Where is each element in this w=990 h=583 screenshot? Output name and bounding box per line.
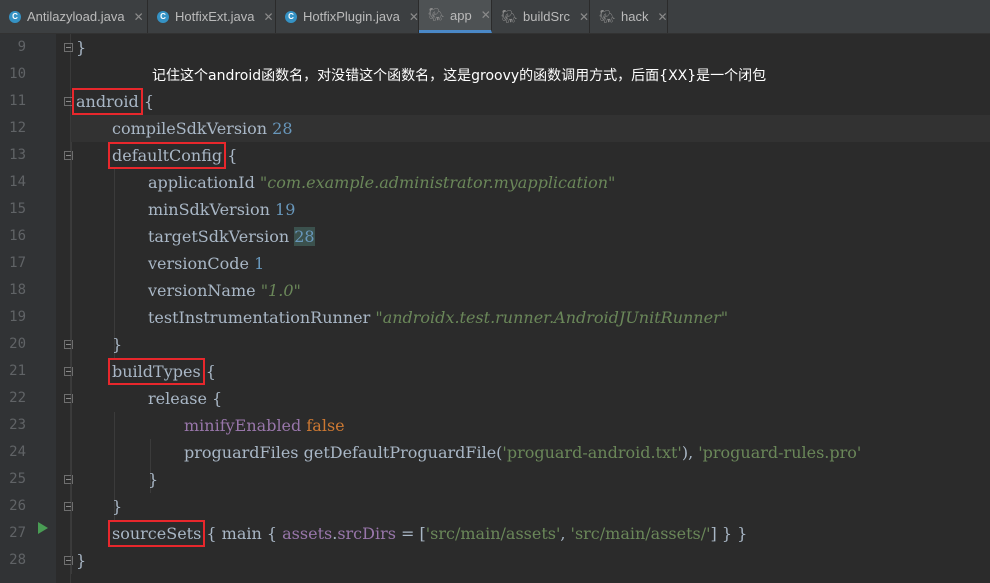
- annotation-text: 记住这个android函数名，对没错这个函数名，这是groovy的函数调用方式，…: [152, 68, 767, 84]
- editor-tab-bar: C Antilazyload.java ✕ C HotfixExt.java ✕…: [0, 0, 990, 34]
- buildtypes-highlight: buildTypes: [108, 358, 205, 385]
- line-number: 11: [9, 93, 26, 109]
- tab-antilazyload[interactable]: C Antilazyload.java ✕: [0, 0, 148, 33]
- tab-label: app: [450, 7, 472, 23]
- indent-guide: [71, 115, 72, 574]
- gradle-icon: 🐘︎: [428, 7, 445, 22]
- current-line: compileSdkVersion 28: [71, 115, 990, 142]
- run-gutter-icon[interactable]: [38, 522, 48, 534]
- tab-label: HotfixPlugin.java: [303, 9, 400, 24]
- line-number: 10: [9, 66, 26, 82]
- sourcesets-highlight: sourceSets: [107, 520, 206, 547]
- line-number: 28: [9, 552, 26, 568]
- line-number: 15: [9, 201, 26, 217]
- tab-label: Antilazyload.java: [27, 9, 125, 24]
- line-number: 16: [9, 228, 26, 244]
- tab-app[interactable]: 🐘︎ app ✕: [419, 0, 492, 33]
- line-number: 23: [9, 417, 26, 433]
- gradle-icon: 🐘︎: [599, 8, 616, 24]
- code-line: targetSdkVersion 28: [148, 227, 315, 246]
- line-number: 9: [17, 39, 26, 55]
- code-editor[interactable]: } android { compileSdkVersion 28 default…: [71, 34, 990, 583]
- code-line: applicationId "com.example.administrator…: [148, 173, 616, 192]
- line-number: 13: [9, 147, 26, 163]
- code-line: versionName "1.0": [148, 281, 301, 300]
- code-line: }: [76, 38, 87, 57]
- code-line: android {: [72, 88, 154, 115]
- line-number: 12: [9, 120, 26, 136]
- android-block-highlight: android: [72, 88, 143, 115]
- code-line: }: [148, 470, 159, 489]
- close-icon[interactable]: ✕: [263, 10, 273, 24]
- line-number: 25: [9, 471, 26, 487]
- tab-hotfixext[interactable]: C HotfixExt.java ✕: [148, 0, 276, 33]
- java-class-icon: C: [157, 10, 169, 23]
- line-number-gutter: 9 10 11 12 13 14 15 16 17 18 19 20 21 22…: [0, 34, 56, 583]
- tab-hotfixplugin[interactable]: C HotfixPlugin.java ✕: [276, 0, 419, 33]
- line-number: 20: [9, 336, 26, 352]
- close-icon[interactable]: ✕: [579, 10, 589, 24]
- close-icon[interactable]: ✕: [481, 8, 491, 22]
- code-line: defaultConfig {: [107, 142, 238, 169]
- ide-window: C Antilazyload.java ✕ C HotfixExt.java ✕…: [0, 0, 990, 583]
- code-line: buildTypes {: [108, 358, 216, 385]
- close-icon[interactable]: ✕: [134, 10, 144, 24]
- line-number: 22: [9, 390, 26, 406]
- line-number: 21: [9, 363, 26, 379]
- code-line: testInstrumentationRunner "androidx.test…: [148, 308, 729, 327]
- code-line: versionCode 1: [148, 254, 265, 273]
- code-line: }: [112, 497, 123, 516]
- line-number: 24: [9, 444, 26, 460]
- line-number: 26: [9, 498, 26, 514]
- tab-buildsrc[interactable]: 🐘︎ buildSrc ✕: [492, 0, 590, 33]
- tab-label: hack: [621, 9, 649, 24]
- code-line: }: [76, 551, 87, 570]
- gradle-icon: 🐘︎: [501, 8, 518, 24]
- close-icon[interactable]: ✕: [657, 10, 667, 24]
- fold-column: [56, 34, 71, 583]
- line-number: 14: [9, 174, 26, 190]
- code-line: release {: [148, 389, 223, 408]
- close-icon[interactable]: ✕: [409, 10, 419, 24]
- line-number: 18: [9, 282, 26, 298]
- code-line: sourceSets { main { assets.srcDirs = ['s…: [107, 520, 748, 547]
- code-line: minSdkVersion 19: [148, 200, 296, 219]
- line-number: 27: [9, 525, 26, 541]
- defaultconfig-highlight: defaultConfig: [107, 142, 227, 169]
- line-number: 19: [9, 309, 26, 325]
- tab-label: HotfixExt.java: [175, 9, 255, 24]
- code-line: minifyEnabled false: [184, 416, 345, 435]
- tab-hack[interactable]: 🐘︎ hack ✕: [590, 0, 668, 33]
- tab-label: buildSrc: [523, 9, 570, 24]
- indent-guide: [114, 169, 115, 358]
- line-number: 17: [9, 255, 26, 271]
- java-class-icon: C: [9, 10, 21, 23]
- code-line: proguardFiles getDefaultProguardFile('pr…: [184, 443, 862, 462]
- java-class-icon: C: [285, 10, 297, 23]
- code-line: }: [112, 335, 123, 354]
